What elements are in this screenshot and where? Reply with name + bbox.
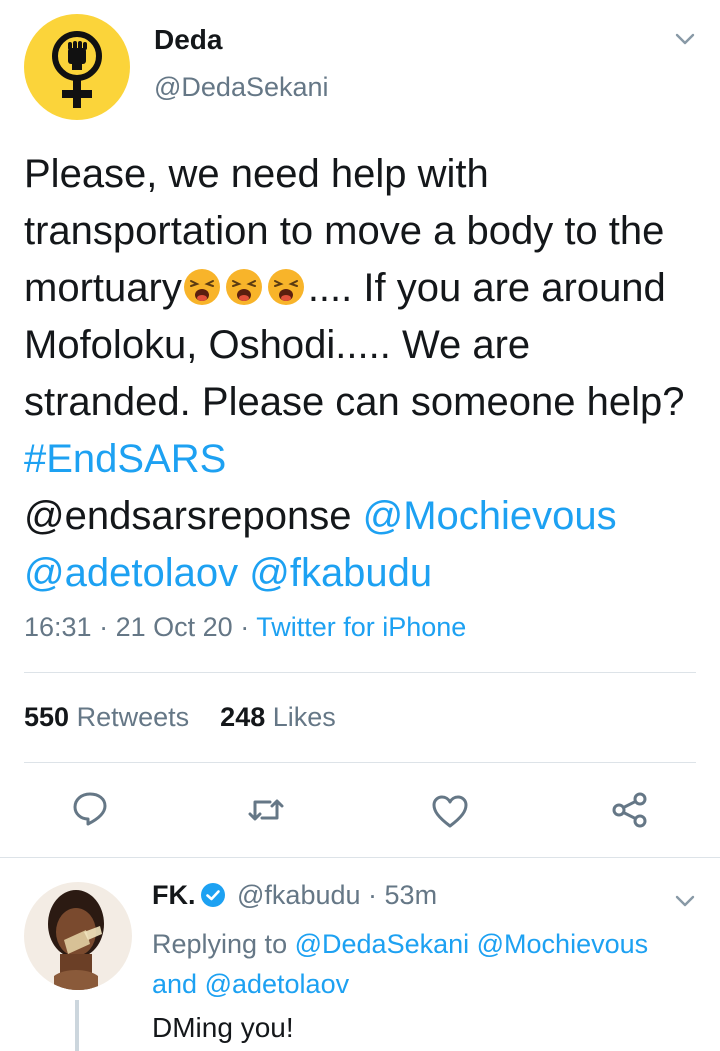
likes-label[interactable]: Likes	[273, 702, 336, 732]
like-icon[interactable]	[430, 792, 470, 832]
reply-avatar[interactable]	[24, 882, 132, 990]
reply-author-name[interactable]: FK.	[152, 880, 196, 910]
tweet-source-link[interactable]: Twitter for iPhone	[256, 612, 466, 642]
replying-to-link[interactable]: @DedaSekani	[295, 929, 470, 959]
divider	[24, 762, 696, 763]
reply-icon[interactable]	[70, 788, 110, 828]
reply-author-handle[interactable]: @fkabudu	[237, 880, 361, 910]
mention-link[interactable]: @Mochievous	[363, 494, 617, 538]
author-name[interactable]: Deda	[154, 24, 222, 56]
tired-face-emoji	[266, 267, 306, 307]
retweets-label[interactable]: Retweets	[77, 702, 190, 732]
thread-line	[75, 1000, 79, 1051]
author-handle[interactable]: @DedaSekani	[154, 72, 329, 103]
replying-to: Replying to @DedaSekani @Mochievous and …	[152, 924, 697, 1004]
retweets-count[interactable]: 550	[24, 702, 69, 732]
likes-count[interactable]: 248	[220, 702, 265, 732]
mention-link[interactable]: @adetolaov	[24, 551, 238, 595]
tweet-meta: 16:31 · 21 Oct 20 · Twitter for iPhone	[24, 612, 467, 642]
mention-link[interactable]: @fkabudu	[249, 551, 432, 595]
tweet-stats: 550 Retweets 248 Likes	[24, 702, 336, 733]
tweet-date: 21 Oct 20	[115, 612, 233, 642]
mention-text: @endsarsreponse	[24, 494, 352, 538]
tweet-text: Please, we need help with transportation…	[24, 146, 694, 602]
verified-badge-icon	[200, 882, 226, 908]
chevron-down-icon[interactable]	[672, 26, 698, 52]
replying-and-label: and	[152, 969, 198, 999]
share-icon[interactable]	[610, 790, 650, 830]
replying-to-link[interactable]: @Mochievous	[477, 929, 648, 959]
reply-text: DMing you!	[152, 1012, 294, 1043]
tired-face-emoji	[224, 267, 264, 307]
hashtag-link[interactable]: #EndSARS	[24, 437, 226, 481]
divider	[24, 672, 696, 673]
author-avatar[interactable]	[24, 14, 130, 120]
reply-header: FK. @fkabudu · 53m	[152, 880, 438, 910]
replying-to-link[interactable]: @adetolaov	[205, 969, 350, 999]
replying-to-label: Replying to	[152, 929, 288, 959]
retweet-icon[interactable]	[246, 790, 286, 830]
reply-age: 53m	[384, 880, 438, 910]
chevron-down-icon[interactable]	[672, 888, 698, 914]
tired-face-emoji	[182, 267, 222, 307]
raised-fist-venus-icon	[52, 31, 102, 108]
divider	[0, 857, 720, 858]
tweet-time: 16:31	[24, 612, 92, 642]
